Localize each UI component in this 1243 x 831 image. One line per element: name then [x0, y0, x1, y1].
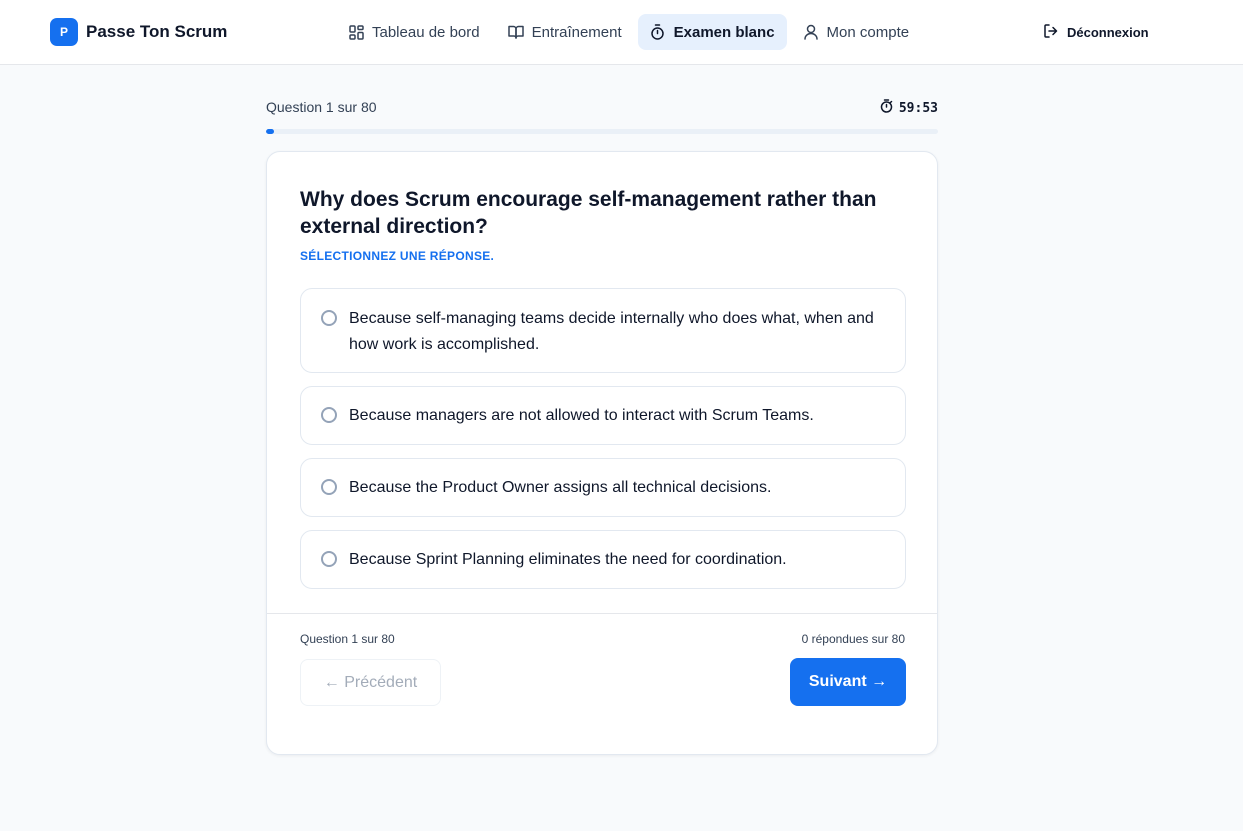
radio-button[interactable]	[321, 310, 337, 326]
exam-timer: 59:53	[880, 99, 938, 117]
logout-icon	[1043, 23, 1059, 42]
card-divider	[267, 613, 937, 614]
main-nav: Tableau de bord Entraînement Examen blan…	[336, 14, 921, 50]
brand-logo: P	[50, 18, 78, 46]
nav-item-account[interactable]: Mon compte	[791, 14, 922, 50]
answer-option-text: Because the Product Owner assigns all te…	[349, 479, 772, 496]
nav-item-dashboard[interactable]: Tableau de bord	[336, 14, 492, 50]
radio-button[interactable]	[321, 551, 337, 567]
answer-option-1[interactable]: Because self-managing teams decide inter…	[300, 288, 906, 373]
nav-label-mock-exam: Examen blanc	[673, 23, 775, 41]
nav-label-training: Entraînement	[531, 23, 622, 41]
brand[interactable]: P Passe Ton Scrum	[50, 18, 227, 46]
exam-progress-fill	[266, 129, 275, 134]
answer-instruction: SÉLECTIONNEZ UNE RÉPONSE.	[300, 249, 495, 263]
dashboard-grid-icon	[348, 24, 364, 40]
book-icon	[507, 24, 524, 40]
answer-option-text: Because Sprint Planning eliminates the n…	[349, 551, 787, 568]
answer-option-2[interactable]: Because managers are not allowed to inte…	[300, 386, 906, 445]
exam-progress-bar	[266, 129, 938, 134]
radio-button[interactable]	[321, 479, 337, 495]
stopwatch-icon	[650, 24, 666, 40]
logout-label: Déconnexion	[1067, 24, 1149, 40]
radio-button[interactable]	[321, 407, 337, 423]
next-button[interactable]: Suivant →	[790, 658, 906, 706]
top-bar: P Passe Ton Scrum Tableau de bord Entraî…	[0, 0, 1243, 65]
question-card: Why does Scrum encourage self-management…	[266, 151, 938, 755]
previous-button[interactable]: ← Précédent	[300, 659, 441, 706]
brand-name: Passe Ton Scrum	[86, 22, 228, 41]
footer-question-counter: Question 1 sur 80	[300, 632, 395, 646]
question-text: Why does Scrum encourage self-management…	[300, 188, 877, 238]
footer-answered-counter: 0 répondues sur 80	[801, 632, 905, 646]
nav-item-training[interactable]: Entraînement	[496, 14, 634, 50]
timer-icon	[880, 99, 893, 117]
question-progress-label: Question 1 sur 80	[266, 99, 377, 115]
nav-label-dashboard: Tableau de bord	[372, 23, 480, 41]
timer-value: 59:53	[898, 100, 938, 116]
user-icon	[803, 24, 819, 40]
answer-option-text: Because managers are not allowed to inte…	[349, 407, 814, 424]
answer-option-text: Because self-managing teams decide inter…	[349, 310, 874, 353]
logout-button[interactable]: Déconnexion	[1043, 22, 1149, 42]
nav-label-account: Mon compte	[826, 23, 910, 41]
answer-option-4[interactable]: Because Sprint Planning eliminates the n…	[300, 530, 906, 589]
nav-item-mock-exam[interactable]: Examen blanc	[637, 14, 787, 50]
answer-option-3[interactable]: Because the Product Owner assigns all te…	[300, 458, 906, 517]
